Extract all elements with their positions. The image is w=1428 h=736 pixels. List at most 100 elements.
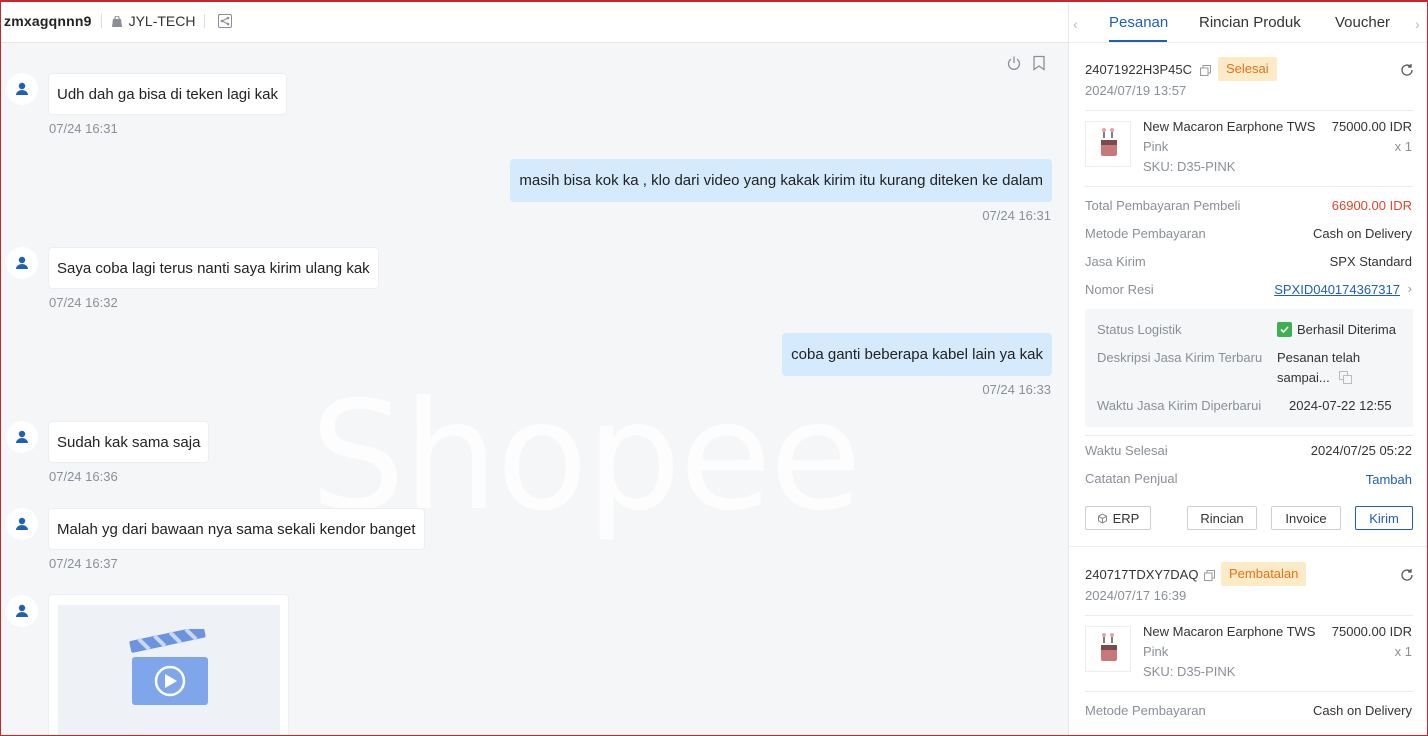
message-timestamp: 07/24 16:36 (49, 469, 118, 484)
add-note-link[interactable]: Tambah (1366, 472, 1412, 487)
user-icon (16, 517, 28, 530)
tab-voucher[interactable]: Voucher (1335, 14, 1390, 31)
invoice-button[interactable]: Invoice (1271, 506, 1341, 530)
buyer-avatar (6, 421, 38, 453)
message-timestamp: 07/24 16:33 (982, 382, 1051, 397)
user-icon (16, 256, 28, 269)
buyer-avatar (6, 247, 38, 279)
message-timestamp: 07/24 16:37 (49, 556, 118, 571)
order-tabs: ‹ Pesanan Rincian Produk Voucher › (1069, 0, 1428, 43)
payment-method-value: Cash on Delivery (1313, 226, 1412, 241)
message-bubble-incoming: Saya coba lagi terus nanti saya kirim ul… (48, 247, 379, 289)
message-bubble-outgoing: masih bisa kok ka , klo dari video yang … (510, 159, 1052, 202)
logistics-box: Status Logistik Berhasil Diterima Deskri… (1085, 309, 1413, 427)
order-separator (1069, 546, 1428, 547)
video-thumbnail[interactable] (58, 605, 280, 736)
user-icon (16, 430, 28, 443)
logistics-description-value: Pesanan telah (1277, 350, 1361, 365)
message-bubble-incoming: Malah yg dari bawaan nya sama sekali ken… (48, 508, 425, 550)
logistics-status-label: Status Logistik (1097, 322, 1182, 337)
tab-orders[interactable]: Pesanan (1109, 14, 1168, 31)
payment-method-label: Metode Pembayaran (1085, 703, 1206, 718)
tracking-number-label: Nomor Resi (1085, 282, 1154, 297)
chat-panel: zmxagqnnn9 JYL-TECH Shopee Udh dah ga bi… (0, 0, 1068, 736)
divider (1085, 186, 1413, 187)
message-bubble-incoming: Udh dah ga bisa di teken lagi kak (48, 73, 287, 115)
header-divider (100, 14, 102, 28)
total-payment-value: 66900.00 IDR (1331, 198, 1412, 213)
product-image[interactable] (1085, 121, 1131, 167)
product-sku: SKU: D35-PINK (1143, 664, 1236, 679)
order-panel: ‹ Pesanan Rincian Produk Voucher › 24071… (1068, 0, 1428, 736)
buyer-username[interactable]: zmxagqnnn9 (4, 13, 92, 29)
power-icon[interactable] (1006, 55, 1022, 71)
divider (1085, 110, 1413, 111)
order-date: 2024/07/17 16:39 (1085, 588, 1187, 603)
tab-product-details[interactable]: Rincian Produk (1199, 14, 1301, 31)
tracking-number-link[interactable]: SPXID040174367317 (1274, 282, 1400, 297)
shop-icon (111, 15, 123, 27)
check-icon (1277, 322, 1292, 337)
message-timestamp: 07/24 16:31 (982, 208, 1051, 223)
message-timestamp: 07/24 16:31 (49, 121, 118, 136)
status-badge: Selesai (1218, 57, 1277, 81)
chevron-right-icon[interactable]: › (1408, 281, 1412, 296)
logistics-description-value-more: sampai... (1277, 370, 1330, 385)
video-message[interactable] (48, 594, 289, 736)
product-image[interactable] (1085, 626, 1131, 672)
finish-time-value: 2024/07/25 05:22 (1310, 443, 1412, 458)
translate-icon[interactable] (1339, 371, 1352, 387)
chat-header: zmxagqnnn9 JYL-TECH (0, 0, 1068, 43)
product-quantity: x 1 (1394, 644, 1412, 659)
status-badge: Pembatalan (1221, 562, 1307, 586)
copy-icon[interactable] (1204, 569, 1215, 581)
total-payment-label: Total Pembayaran Pembeli (1085, 198, 1241, 213)
order-date: 2024/07/19 13:57 (1085, 83, 1187, 98)
product-price: 75000.00 IDR (1331, 624, 1412, 639)
erp-icon (1097, 512, 1107, 524)
user-icon (16, 82, 28, 95)
logistics-updated-value: 2024-07-22 12:55 (1289, 398, 1392, 413)
product-sku: SKU: D35-PINK (1143, 159, 1236, 174)
product-variant: Pink (1143, 139, 1169, 154)
chevron-left-icon[interactable]: ‹ (1073, 16, 1078, 32)
divider (1085, 691, 1413, 692)
logistics-description-label: Deskripsi Jasa Kirim Terbaru (1097, 350, 1263, 365)
product-variant: Pink (1143, 644, 1169, 659)
logistics-status-value: Berhasil Diterima (1297, 322, 1396, 337)
refresh-icon[interactable] (1400, 568, 1414, 582)
erp-button-label: ERP (1112, 510, 1140, 526)
product-price: 75000.00 IDR (1331, 119, 1412, 134)
product-name[interactable]: New Macaron Earphone TWS (1143, 624, 1319, 639)
send-button[interactable]: Kirim (1355, 506, 1413, 530)
active-tab-indicator (1109, 40, 1167, 42)
product-quantity: x 1 (1394, 139, 1412, 154)
erp-button[interactable]: ERP (1085, 506, 1151, 530)
message-bubble-outgoing: coba ganti beberapa kabel lain ya kak (782, 333, 1052, 376)
message-bubble-incoming: Sudah kak sama saja (48, 421, 210, 463)
chat-tools (1006, 55, 1046, 71)
finish-time-label: Waktu Selesai (1085, 443, 1168, 458)
header-divider (204, 14, 206, 28)
copy-icon[interactable] (1200, 64, 1211, 76)
seller-note-label: Catatan Penjual (1085, 471, 1178, 486)
share-icon[interactable] (218, 14, 233, 28)
detail-button[interactable]: Rincian (1187, 506, 1257, 530)
shop-name: JYL-TECH (128, 13, 196, 29)
refresh-icon[interactable] (1400, 63, 1414, 77)
divider (1085, 435, 1413, 436)
buyer-avatar (6, 595, 38, 627)
courier-label: Jasa Kirim (1085, 254, 1146, 269)
payment-method-label: Metode Pembayaran (1085, 226, 1206, 241)
buyer-avatar (6, 508, 38, 540)
bookmark-icon[interactable] (1032, 55, 1046, 71)
message-timestamp: 07/24 16:32 (49, 295, 118, 310)
logistics-updated-label: Waktu Jasa Kirim Diperbarui (1097, 398, 1262, 413)
buyer-avatar (6, 73, 38, 105)
payment-method-value: Cash on Delivery (1313, 703, 1412, 718)
chevron-right-icon[interactable]: › (1415, 16, 1420, 32)
order-id: 240717TDXY7DAQ (1085, 567, 1199, 582)
product-name[interactable]: New Macaron Earphone TWS (1143, 119, 1319, 134)
user-icon (16, 604, 28, 617)
divider (1085, 615, 1413, 616)
